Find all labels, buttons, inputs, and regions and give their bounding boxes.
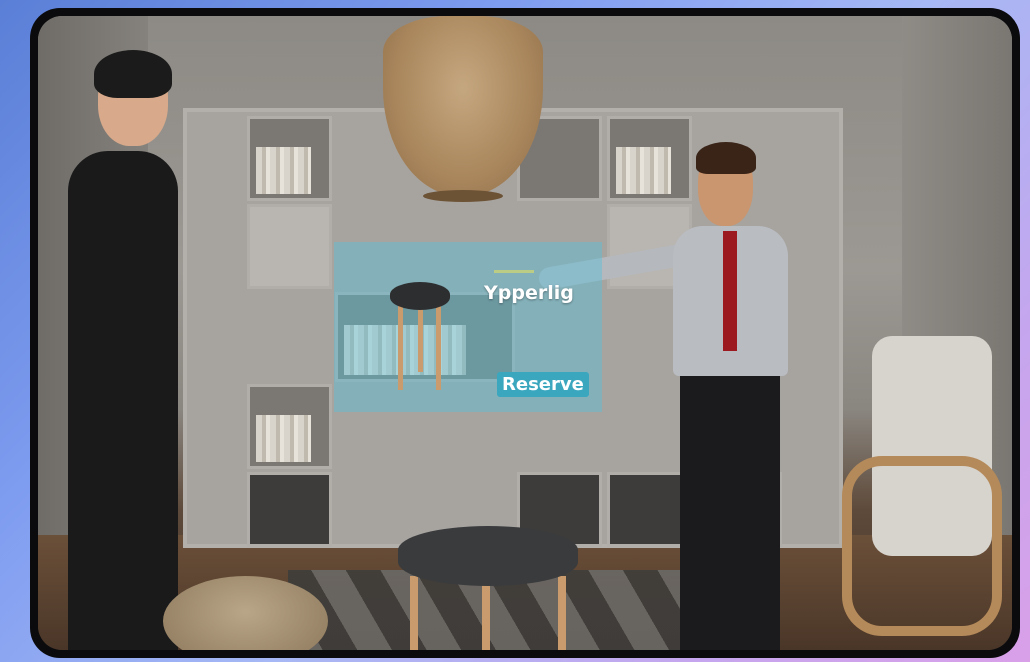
ar-product-panel[interactable]: Ypperlig Reserve: [334, 242, 602, 412]
side-table: [398, 526, 578, 650]
title-accent: [494, 270, 534, 273]
device-frame: Ypperlig Reserve: [30, 8, 1020, 658]
storage-box: [247, 472, 332, 547]
shelf-cell: [247, 116, 332, 201]
reserve-button[interactable]: Reserve: [497, 372, 589, 397]
armchair: [842, 336, 1002, 636]
avatar-person-right: [537, 142, 828, 650]
shelf-drawer: [247, 204, 332, 289]
room-scene: Ypperlig Reserve: [38, 16, 1012, 650]
avatar-person-left: [58, 50, 188, 650]
stool-product-icon: [390, 282, 450, 392]
shelf-cell: [247, 384, 332, 469]
product-title: Ypperlig: [484, 282, 574, 304]
